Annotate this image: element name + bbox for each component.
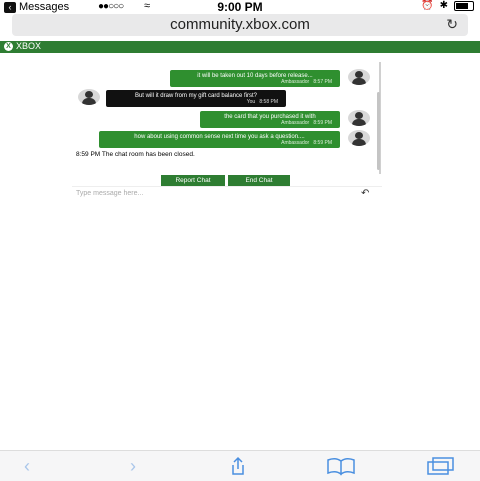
share-icon[interactable] <box>228 456 248 481</box>
bluetooth-icon: ✱ <box>439 0 448 11</box>
message-time: 8:57 PM <box>313 79 332 85</box>
message-meta: You 8:58 PM <box>247 99 278 105</box>
message-time: 8:59 PM <box>313 120 332 126</box>
message-input[interactable]: Type message here... <box>76 190 143 197</box>
chat-scrollbar[interactable] <box>377 92 380 170</box>
back-icon[interactable]: ‹ <box>24 456 30 477</box>
message-meta: Ambassador 8:57 PM <box>281 79 332 85</box>
report-chat-button[interactable]: Report Chat <box>161 175 225 186</box>
message-meta: Ambassador 8:59 PM <box>281 120 332 126</box>
chat-closed-notice: 8:59 PM The chat room has been closed. <box>76 151 195 158</box>
message-time: 8:58 PM <box>259 99 278 105</box>
alarm-icon: ⏰ <box>421 0 434 11</box>
status-bar: ‹ Messages ●●○○○ ≈ 9:00 PM ⏰ ✱ <box>0 0 480 14</box>
reload-icon[interactable]: ↻ <box>446 16 458 33</box>
xbox-sphere-icon: X <box>4 41 13 51</box>
input-divider <box>72 186 382 187</box>
url-text[interactable]: community.xbox.com <box>12 16 468 33</box>
address-bar[interactable]: community.xbox.com ↻ <box>12 14 468 36</box>
tabs-icon[interactable] <box>426 456 456 481</box>
bookmarks-icon[interactable] <box>326 456 356 481</box>
message-author: You <box>246 99 256 105</box>
book-glyph <box>327 457 355 476</box>
message-author: Ambassador <box>281 120 310 126</box>
forward-icon[interactable]: › <box>130 456 136 477</box>
share-glyph <box>232 456 244 475</box>
chat-message: it will be taken out 10 days before rele… <box>170 70 340 87</box>
chat-message: how about using common sense next time y… <box>99 131 340 148</box>
xbox-wordmark: XBOX <box>16 41 42 51</box>
xbox-logo[interactable]: X XBOX <box>4 41 41 51</box>
chat-message: But will it draw from my gift card balan… <box>106 90 286 107</box>
status-right: ⏰ ✱ <box>421 0 474 11</box>
message-author: Ambassador <box>281 140 310 146</box>
browser-toolbar: ‹ › <box>0 450 480 481</box>
battery-icon <box>454 0 474 11</box>
status-time: 9:00 PM <box>217 0 263 14</box>
message-author: Ambassador <box>281 79 310 85</box>
message-time: 8:59 PM <box>313 140 332 146</box>
ambassador-avatar <box>348 130 370 146</box>
xbox-header: X XBOX <box>0 41 480 53</box>
ambassador-avatar <box>348 69 370 85</box>
send-icon[interactable]: ↶ <box>361 188 369 199</box>
chat-message: the card that you purchased it with Amba… <box>200 111 340 128</box>
ambassador-avatar <box>348 110 370 126</box>
end-chat-button[interactable]: End Chat <box>228 175 290 186</box>
user-avatar <box>78 89 100 105</box>
message-meta: Ambassador 8:59 PM <box>281 140 332 146</box>
tabs-glyph <box>427 457 454 475</box>
